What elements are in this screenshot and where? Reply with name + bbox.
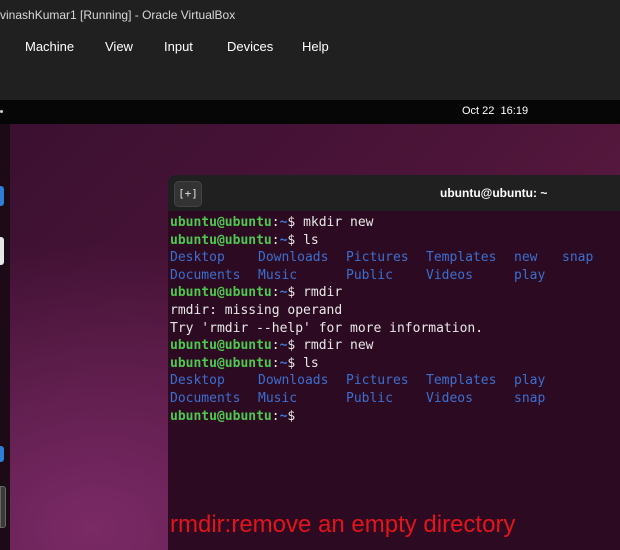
terminal-header: [+] ubuntu@ubuntu: ~ [168,175,620,211]
dock [0,124,10,550]
menu-devices[interactable]: Devices [227,39,273,54]
terminal-output[interactable]: ubuntu@ubuntu:~$ mkdir new ubuntu@ubuntu… [170,214,620,425]
terminal-current-prompt[interactable]: ubuntu@ubuntu:~$ [170,408,620,426]
dir-entry: Music [258,267,298,283]
gnome-top-bar: Oct 22 16:19 [0,100,620,124]
browser-icon[interactable] [0,186,4,206]
prompt-user: ubuntu@ubuntu [170,338,272,354]
dir-entry: Downloads [258,373,329,389]
ls-output-row: Desktop Downloads Pictures Templates play [170,372,620,390]
dir-entry: Desktop [170,250,225,266]
command-text: ls [303,232,319,248]
dir-entry: snap [562,250,594,266]
menu-view[interactable]: View [105,39,133,54]
prompt-separator: : [271,232,280,248]
prompt-symbol: $ [287,355,296,371]
terminal-window[interactable]: [+] ubuntu@ubuntu: ~ ubuntu@ubuntu:~$ mk… [168,175,620,550]
error-output: rmdir: missing operand [170,302,343,318]
terminal-line: ubuntu@ubuntu:~$ ls [170,232,620,250]
prompt-symbol: $ [287,338,296,354]
terminal-line: ubuntu@ubuntu:~$ ls [170,355,620,373]
command-text: rmdir new [303,338,374,354]
command-text: ls [303,355,319,371]
dir-entry: Music [258,390,298,406]
dir-entry: Pictures [346,373,409,389]
command-text: mkdir new [303,215,374,230]
menu-machine[interactable]: Machine [25,39,74,54]
ls-output-row: Desktop Downloads Pictures Templates new snap [170,249,620,267]
files-icon[interactable] [0,237,4,265]
dir-entry: Desktop [170,373,225,389]
dir-entry: Videos [426,390,473,406]
terminal-line: ubuntu@ubuntu:~$ mkdir new [170,214,620,232]
dir-entry: Documents [170,267,241,283]
prompt-separator: : [271,355,280,371]
menu-input[interactable]: Input [164,39,193,54]
window-titlebar: vinashKumar1 [Running] - Oracle VirtualB… [0,0,620,30]
clock-time: 16:19 [500,105,529,117]
dir-entry: Pictures [346,250,409,266]
ls-output-row: Documents Music Public Videos snap [170,390,620,408]
menu-help[interactable]: Help [302,39,329,54]
help-icon[interactable] [0,446,4,462]
prompt-user: ubuntu@ubuntu [170,355,272,371]
dir-entry: Documents [170,390,241,406]
virtualbox-menubar: Machine View Input Devices Help [0,30,620,100]
clock-date: Oct 22 [462,105,495,117]
terminal-line: ubuntu@ubuntu:~$ rmdir new [170,337,620,355]
activities-indicator-icon[interactable] [0,110,3,113]
dir-entry: Downloads [258,250,329,266]
prompt-user: ubuntu@ubuntu [170,285,272,301]
dir-entry: Templates [426,373,497,389]
show-apps-icon[interactable] [0,486,6,528]
dir-entry: Public [346,390,393,406]
annotation-caption: rmdir:remove an empty directory [170,511,516,538]
clock[interactable]: Oct 22 16:19 [462,105,528,117]
dir-entry: play [514,267,546,283]
terminal-line: ubuntu@ubuntu:~$ rmdir [170,284,620,302]
dir-entry: Public [346,267,393,283]
new-tab-button[interactable]: [+] [174,181,202,207]
prompt-user: ubuntu@ubuntu [170,232,272,248]
prompt-symbol: $ [287,232,296,248]
prompt-symbol: $ [287,408,296,424]
dir-entry: Videos [426,267,473,283]
terminal-title: ubuntu@ubuntu: ~ [440,186,548,200]
dir-entry: play [514,373,546,389]
prompt-user: ubuntu@ubuntu [170,215,272,230]
dir-entry: new [514,250,538,266]
help-hint-output: Try 'rmdir --help' for more information. [170,320,484,336]
prompt-separator: : [271,285,280,301]
prompt-user: ubuntu@ubuntu [170,408,272,424]
prompt-separator: : [271,408,280,424]
dir-entry: Templates [426,250,497,266]
ls-output-row: Documents Music Public Videos play [170,267,620,285]
prompt-symbol: $ [287,285,296,301]
command-text: rmdir [303,285,343,301]
prompt-separator: : [271,215,280,230]
prompt-symbol: $ [287,215,296,230]
prompt-separator: : [271,338,280,354]
window-title: vinashKumar1 [Running] - Oracle VirtualB… [0,8,236,22]
dir-entry: snap [514,390,546,406]
